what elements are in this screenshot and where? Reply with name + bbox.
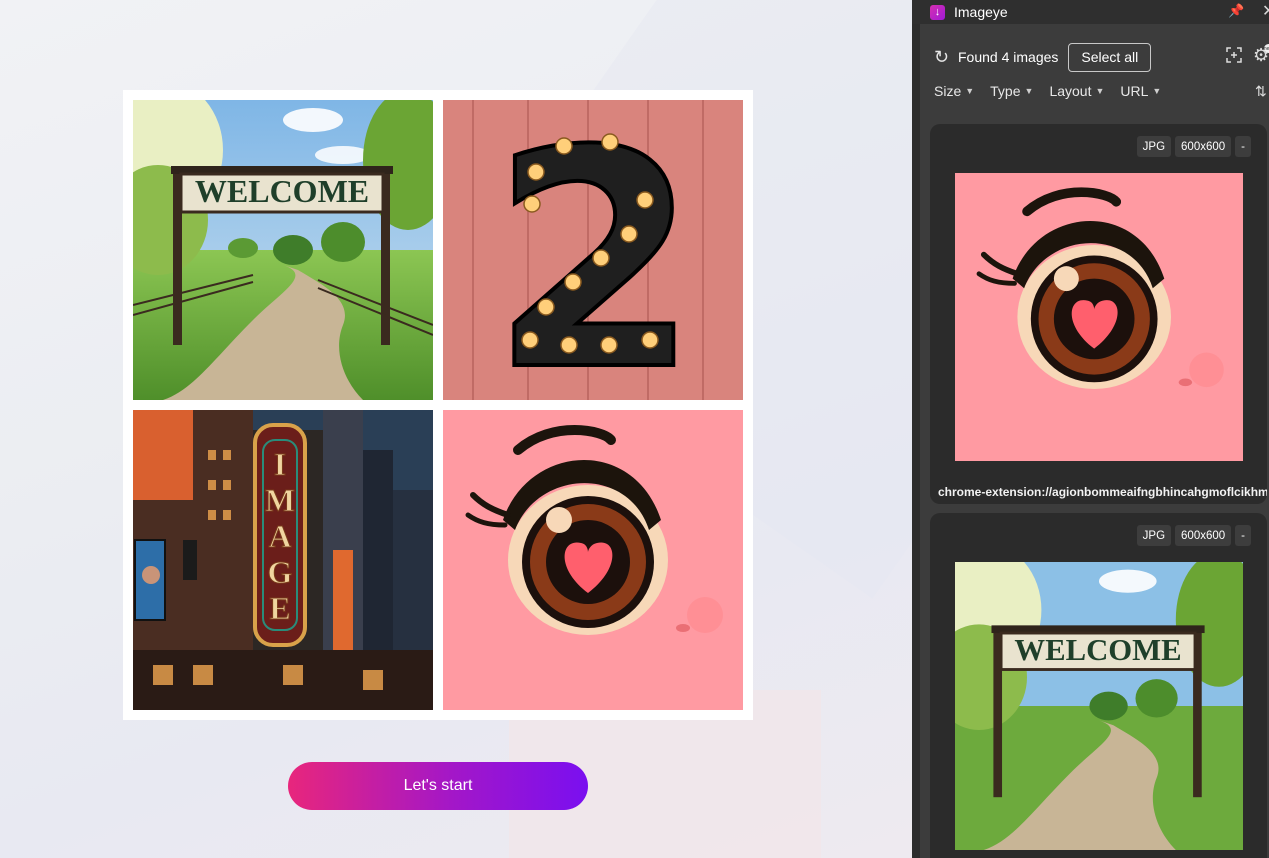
chevron-down-icon: ▼ [1152, 86, 1162, 96]
panel-edge [912, 24, 920, 858]
city-marquee-image[interactable]: I M A G E [133, 410, 433, 710]
svg-text:E: E [269, 590, 290, 626]
filter-size[interactable]: Size ▼ [934, 83, 974, 99]
imageye-panel: ↓ Imageye 📌 ✕ ↻ Found 4 images Select al… [912, 0, 1269, 858]
imageye-logo-icon: ↓ [930, 4, 945, 20]
chevron-down-icon: ▼ [1095, 86, 1105, 96]
image-grid: WELCOME 2 I M A G E [123, 90, 753, 720]
pin-icon[interactable]: 📌 [1228, 3, 1244, 19]
svg-text:A: A [268, 518, 291, 554]
image-card[interactable]: JPG 600x600 - WELCOME [930, 513, 1267, 858]
select-all-button[interactable]: Select all [1068, 42, 1152, 72]
page-background: WELCOME 2 I M A G E Let's start [0, 0, 912, 858]
type-badge: JPG [1136, 525, 1172, 546]
panel-title-bar: ↓ Imageye 📌 ✕ [912, 0, 1269, 24]
card-url: chrome-extension://agionbommeaifngbhinca… [938, 485, 1267, 499]
extra-badge: - [1235, 525, 1251, 546]
filter-url[interactable]: URL ▼ [1120, 83, 1161, 99]
add-frame-icon[interactable] [1226, 47, 1242, 63]
found-count-label: Found 4 images [958, 49, 1059, 65]
chevron-down-icon: ▼ [1024, 86, 1034, 96]
marquee-number-text: 2 [491, 100, 700, 400]
anime-eye-image[interactable] [443, 410, 743, 710]
welcome-sign-image[interactable]: WELCOME [133, 100, 433, 400]
welcome-sign-text: WELCOME [195, 173, 369, 209]
panel-title: Imageye [954, 4, 1008, 20]
chevron-down-icon: ▼ [965, 86, 975, 96]
sort-icon[interactable]: ⇅ [1255, 83, 1267, 100]
svg-text:M: M [265, 482, 295, 518]
dimensions-badge: 600x600 [1175, 136, 1232, 157]
svg-text:I: I [274, 446, 286, 482]
card-welcome-sign-text: WELCOME [1014, 633, 1181, 667]
filter-type[interactable]: Type ▼ [990, 83, 1033, 99]
card-image-anime-eye[interactable] [955, 173, 1243, 461]
refresh-icon[interactable]: ↻ [934, 47, 952, 68]
svg-text:G: G [268, 554, 293, 590]
panel-toolbar: ↻ Found 4 images Select all [934, 42, 1152, 72]
type-badge: JPG [1136, 136, 1172, 157]
card-badges: JPG 600x600 - [1136, 136, 1251, 157]
new-badge: new [1264, 44, 1269, 53]
lets-start-button[interactable]: Let's start [288, 762, 588, 810]
close-icon[interactable]: ✕ [1262, 1, 1269, 21]
image-card[interactable]: JPG 600x600 - chrome-extension://agionbo… [930, 124, 1267, 504]
dimensions-badge: 600x600 [1175, 525, 1232, 546]
filter-layout[interactable]: Layout ▼ [1049, 83, 1104, 99]
extra-badge: - [1235, 136, 1251, 157]
marquee-number-image[interactable]: 2 [443, 100, 743, 400]
filter-row: Size ▼ Type ▼ Layout ▼ URL ▼ [934, 83, 1177, 99]
card-badges: JPG 600x600 - [1136, 525, 1251, 546]
card-image-welcome-sign[interactable]: WELCOME [955, 562, 1243, 850]
